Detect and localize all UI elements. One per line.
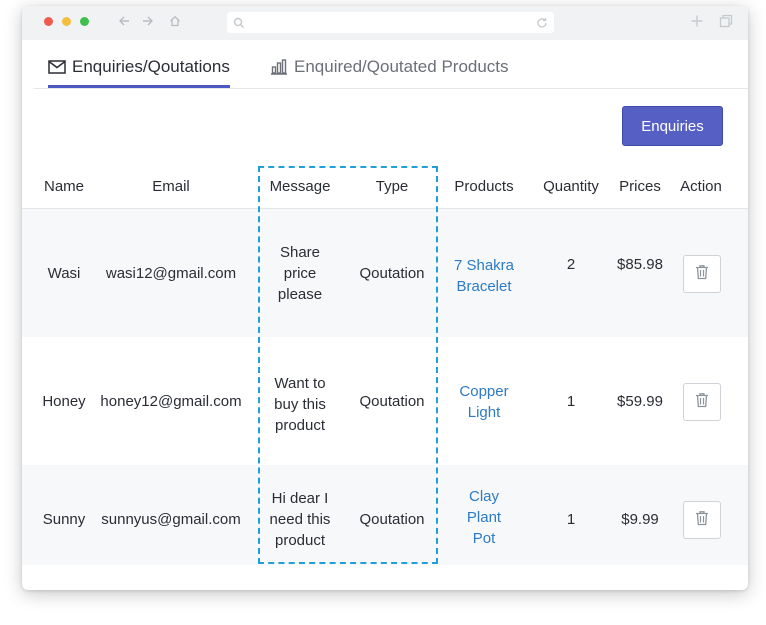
- minimize-window-dot[interactable]: [62, 17, 71, 26]
- cell-quantity: 1: [566, 511, 576, 528]
- cell-email: honey12@gmail.com: [100, 393, 242, 410]
- tabs-overview-icon[interactable]: [719, 14, 733, 33]
- address-bar[interactable]: [227, 12, 554, 33]
- bar-chart-icon: [270, 58, 288, 75]
- product-link[interactable]: 7 Shakra Bracelet: [454, 255, 514, 297]
- cell-message: Hi dear Ineed this product: [269, 490, 331, 549]
- table-row: Wasi wasi12@gmail.com Share price please Q…: [22, 209, 748, 337]
- cell-price: $59.99: [617, 393, 663, 410]
- search-icon: [233, 16, 245, 34]
- product-link[interactable]: Copper Light: [459, 381, 508, 423]
- cell-price: $85.98: [617, 256, 663, 273]
- mail-icon: [48, 59, 66, 74]
- column-header-quantity: Quantity: [543, 178, 599, 195]
- column-header-type: Type: [375, 178, 409, 195]
- table-header: Name Email Message Type Products Quantit…: [22, 166, 748, 209]
- cell-type: Qoutation: [359, 265, 425, 282]
- cell-message: Share price please: [277, 244, 323, 303]
- maximize-window-dot[interactable]: [80, 17, 89, 26]
- cell-quantity: 2: [566, 256, 576, 273]
- cell-type: Qoutation: [359, 511, 425, 528]
- trash-icon: [695, 264, 709, 285]
- table-row: Sunny sunnyus@gmail.com Hi dear Ineed th…: [22, 465, 748, 565]
- column-header-products: Products: [454, 178, 514, 195]
- column-header-name: Name: [43, 178, 85, 195]
- cell-name: Sunny: [42, 511, 86, 528]
- delete-button[interactable]: [683, 383, 721, 421]
- cell-type: Qoutation: [359, 393, 425, 410]
- browser-window: Enquiries/Qoutations Enquired/Qoutated P…: [22, 6, 748, 590]
- cell-message: Want to buy this product: [274, 375, 326, 434]
- cell-email: sunnyus@gmail.com: [101, 511, 241, 528]
- cell-name: Wasi: [47, 265, 81, 282]
- back-arrow-icon[interactable]: [114, 11, 134, 33]
- tab-label: Enquiries/Qoutations: [72, 56, 230, 76]
- table-row: Honey honey12@gmail.com Want to buy this p…: [22, 337, 748, 465]
- delete-button[interactable]: [683, 501, 721, 539]
- tab-enquiries-quotations[interactable]: Enquiries/Qoutations: [48, 46, 230, 88]
- trash-icon: [695, 392, 709, 413]
- home-icon[interactable]: [165, 11, 185, 33]
- tab-label: Enquired/Qoutated Products: [294, 56, 509, 76]
- column-header-action: Action: [680, 178, 722, 195]
- new-tab-icon[interactable]: [690, 14, 704, 33]
- reload-icon[interactable]: [536, 16, 548, 34]
- cell-quantity: 1: [566, 393, 576, 410]
- close-window-dot[interactable]: [44, 17, 53, 26]
- browser-titlebar: [22, 6, 748, 40]
- column-header-prices: Prices: [619, 178, 661, 195]
- column-header-email: Email: [152, 178, 190, 195]
- enquiries-button[interactable]: Enquiries: [622, 106, 723, 146]
- product-link[interactable]: Clay Plant Pot: [467, 486, 501, 549]
- column-header-message: Message: [269, 178, 331, 195]
- cell-name: Honey: [42, 393, 86, 410]
- cell-email: wasi12@gmail.com: [105, 265, 237, 282]
- forward-arrow-icon[interactable]: [138, 11, 158, 33]
- trash-icon: [695, 510, 709, 531]
- tab-bar: Enquiries/Qoutations Enquired/Qoutated P…: [34, 46, 748, 89]
- tab-enquired-quoted-products[interactable]: Enquired/Qoutated Products: [270, 46, 509, 87]
- cell-price: $9.99: [621, 511, 659, 528]
- delete-button[interactable]: [683, 255, 721, 293]
